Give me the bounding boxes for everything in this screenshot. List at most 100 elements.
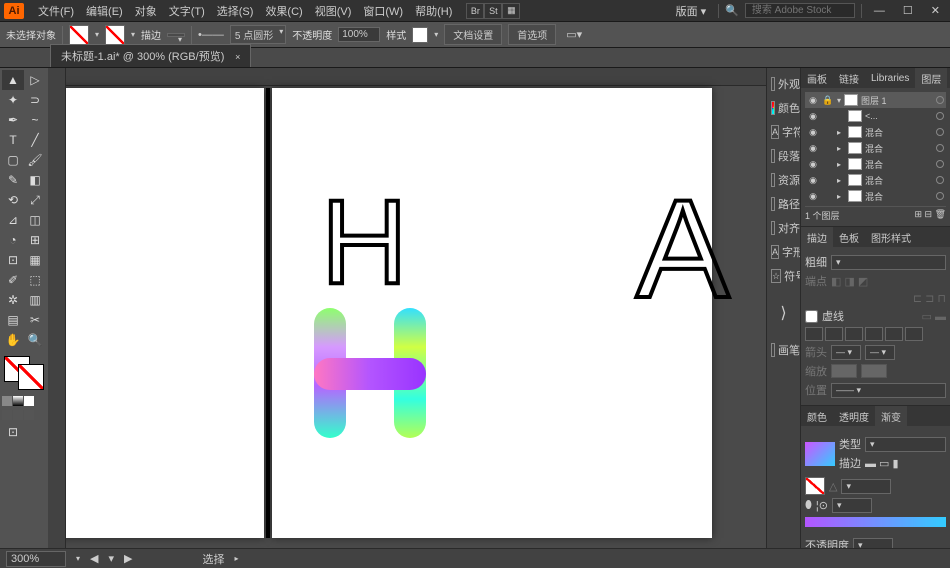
dash-1[interactable] (805, 327, 823, 341)
layer-item[interactable]: ◉▸混合 (805, 172, 946, 188)
visibility-icon[interactable]: ◉ (807, 143, 819, 154)
minimize-icon[interactable]: — (868, 5, 891, 17)
layer-item[interactable]: ◉▸混合 (805, 156, 946, 172)
canvas[interactable]: H A (66, 68, 766, 548)
close-icon[interactable]: ✕ (925, 4, 946, 17)
search-input[interactable] (745, 3, 855, 18)
rotate-tool[interactable]: ⟲ (2, 190, 24, 210)
layer-item[interactable]: ◉▸混合 (805, 140, 946, 156)
chevron-right-icon[interactable]: ▸ (837, 128, 845, 137)
menu-select[interactable]: 选择(S) (211, 3, 260, 19)
tab-swatches[interactable]: 色板 (833, 227, 865, 247)
direct-select-tool[interactable]: ▷ (24, 70, 46, 90)
visibility-icon[interactable]: ◉ (807, 111, 819, 122)
zoom-input[interactable] (6, 551, 66, 567)
tab-libraries[interactable]: Libraries (865, 68, 915, 88)
mesh-tool[interactable]: ⊡ (2, 250, 24, 270)
visibility-icon[interactable]: ◉ (807, 127, 819, 138)
perspective-tool[interactable]: ⊞ (24, 230, 46, 250)
cap-buttons[interactable]: ◧ ◨ ◩ (831, 275, 868, 288)
menu-window[interactable]: 窗口(W) (357, 3, 409, 19)
zoom-tool[interactable]: 🔍 (24, 330, 46, 350)
menu-object[interactable]: 对象 (129, 3, 163, 19)
none-swatch[interactable] (805, 477, 825, 495)
stroke-swatch[interactable] (105, 25, 125, 45)
gradient-mode[interactable] (13, 396, 23, 406)
gap-1[interactable] (825, 327, 843, 341)
target-icon[interactable] (936, 176, 944, 184)
rectangle-tool[interactable]: ▢ (2, 150, 24, 170)
visibility-icon[interactable]: ◉ (807, 191, 819, 202)
shaper-tool[interactable]: ✎ (2, 170, 24, 190)
target-icon[interactable] (936, 128, 944, 136)
dock-symbols[interactable]: ☆符号 (767, 264, 800, 288)
pen-tool[interactable]: ✒ (2, 110, 24, 130)
menu-edit[interactable]: 编辑(E) (80, 3, 129, 19)
lock-icon[interactable]: 🔒 (822, 95, 834, 106)
fill-stroke-well[interactable] (2, 354, 46, 392)
type-tool[interactable]: T (2, 130, 24, 150)
chevron-down-icon[interactable]: ▾ (837, 96, 841, 105)
stroke-color[interactable] (18, 364, 44, 390)
selection-tool[interactable]: ▲ (2, 70, 24, 90)
dock-color[interactable]: 颜色 (767, 96, 800, 120)
bridge-icon[interactable]: Br (466, 3, 484, 19)
scale-tool[interactable]: ⤢ (24, 190, 46, 210)
gradient-blend-h[interactable] (314, 308, 426, 438)
draw-behind[interactable] (13, 410, 23, 420)
gradient-tool[interactable]: ▦ (24, 250, 46, 270)
visibility-icon[interactable]: ◉ (807, 175, 819, 186)
stock-icon[interactable]: St (484, 3, 502, 19)
outline-letter-a[interactable]: A (636, 168, 729, 330)
tab-layers[interactable]: 图层 (915, 68, 947, 88)
menu-view[interactable]: 视图(V) (309, 3, 358, 19)
chevron-right-icon[interactable]: ▸ (837, 192, 845, 201)
gap-3[interactable] (905, 327, 923, 341)
dock-type[interactable]: A字符 (767, 120, 800, 144)
screen-mode-tool[interactable]: ⊡ (2, 422, 24, 442)
dash-2[interactable] (845, 327, 863, 341)
maximize-icon[interactable]: ☐ (897, 4, 919, 17)
arrange-icon[interactable]: ▦ (502, 3, 520, 19)
brush-tool[interactable]: 🖌 (24, 150, 46, 170)
slice-tool[interactable]: ✂ (24, 310, 46, 330)
gap-2[interactable] (865, 327, 883, 341)
target-icon[interactable] (936, 144, 944, 152)
target-icon[interactable] (936, 192, 944, 200)
nav-page[interactable]: ▾ (108, 552, 114, 565)
outline-letter-h[interactable]: H (321, 173, 408, 311)
gradient-preview[interactable] (805, 442, 835, 466)
free-transform-tool[interactable]: ◫ (24, 210, 46, 230)
eyedropper-tool[interactable]: ✐ (2, 270, 24, 290)
tab-links[interactable]: 链接 (833, 68, 865, 88)
dash-checkbox[interactable] (805, 310, 818, 323)
hand-tool[interactable]: ✋ (2, 330, 24, 350)
target-icon[interactable] (936, 112, 944, 120)
tab-graphic-styles[interactable]: 图形样式 (865, 227, 917, 247)
tab-color[interactable]: 颜色 (801, 406, 833, 426)
layer-item[interactable]: ◉<... (805, 108, 946, 124)
zoom-chevron-icon[interactable]: ▾ (76, 554, 80, 563)
layer-actions[interactable]: ⊞ ⊟ 🗑 (914, 209, 946, 222)
chevron-down-icon[interactable]: ▾ (95, 30, 99, 39)
width-tool[interactable]: ⊿ (2, 210, 24, 230)
eraser-tool[interactable]: ◧ (24, 170, 46, 190)
artboard-tool[interactable]: ▤ (2, 310, 24, 330)
layer-item[interactable]: ◉▸混合 (805, 124, 946, 140)
lasso-tool[interactable]: ⊃ (24, 90, 46, 110)
type-select[interactable] (865, 437, 946, 452)
tab-stroke[interactable]: 描边 (801, 227, 833, 247)
dock-align[interactable]: 对齐 (767, 216, 800, 240)
menu-type[interactable]: 文字(T) (163, 3, 211, 19)
none-mode[interactable] (24, 396, 34, 406)
dock-brushes[interactable]: 画笔 (767, 338, 800, 362)
blend-tool[interactable]: ⬚ (24, 270, 46, 290)
draw-normal[interactable] (2, 410, 12, 420)
arrow-start[interactable]: — (831, 345, 861, 360)
prefs-button[interactable]: 首选项 (508, 24, 556, 45)
line-tool[interactable]: ╱ (24, 130, 46, 150)
menu-file[interactable]: 文件(F) (32, 3, 80, 19)
profile-select[interactable]: —— (831, 383, 946, 398)
chevron-down-icon[interactable]: ▾ (434, 30, 438, 39)
chevron-down-icon[interactable]: ▾ (131, 30, 135, 39)
